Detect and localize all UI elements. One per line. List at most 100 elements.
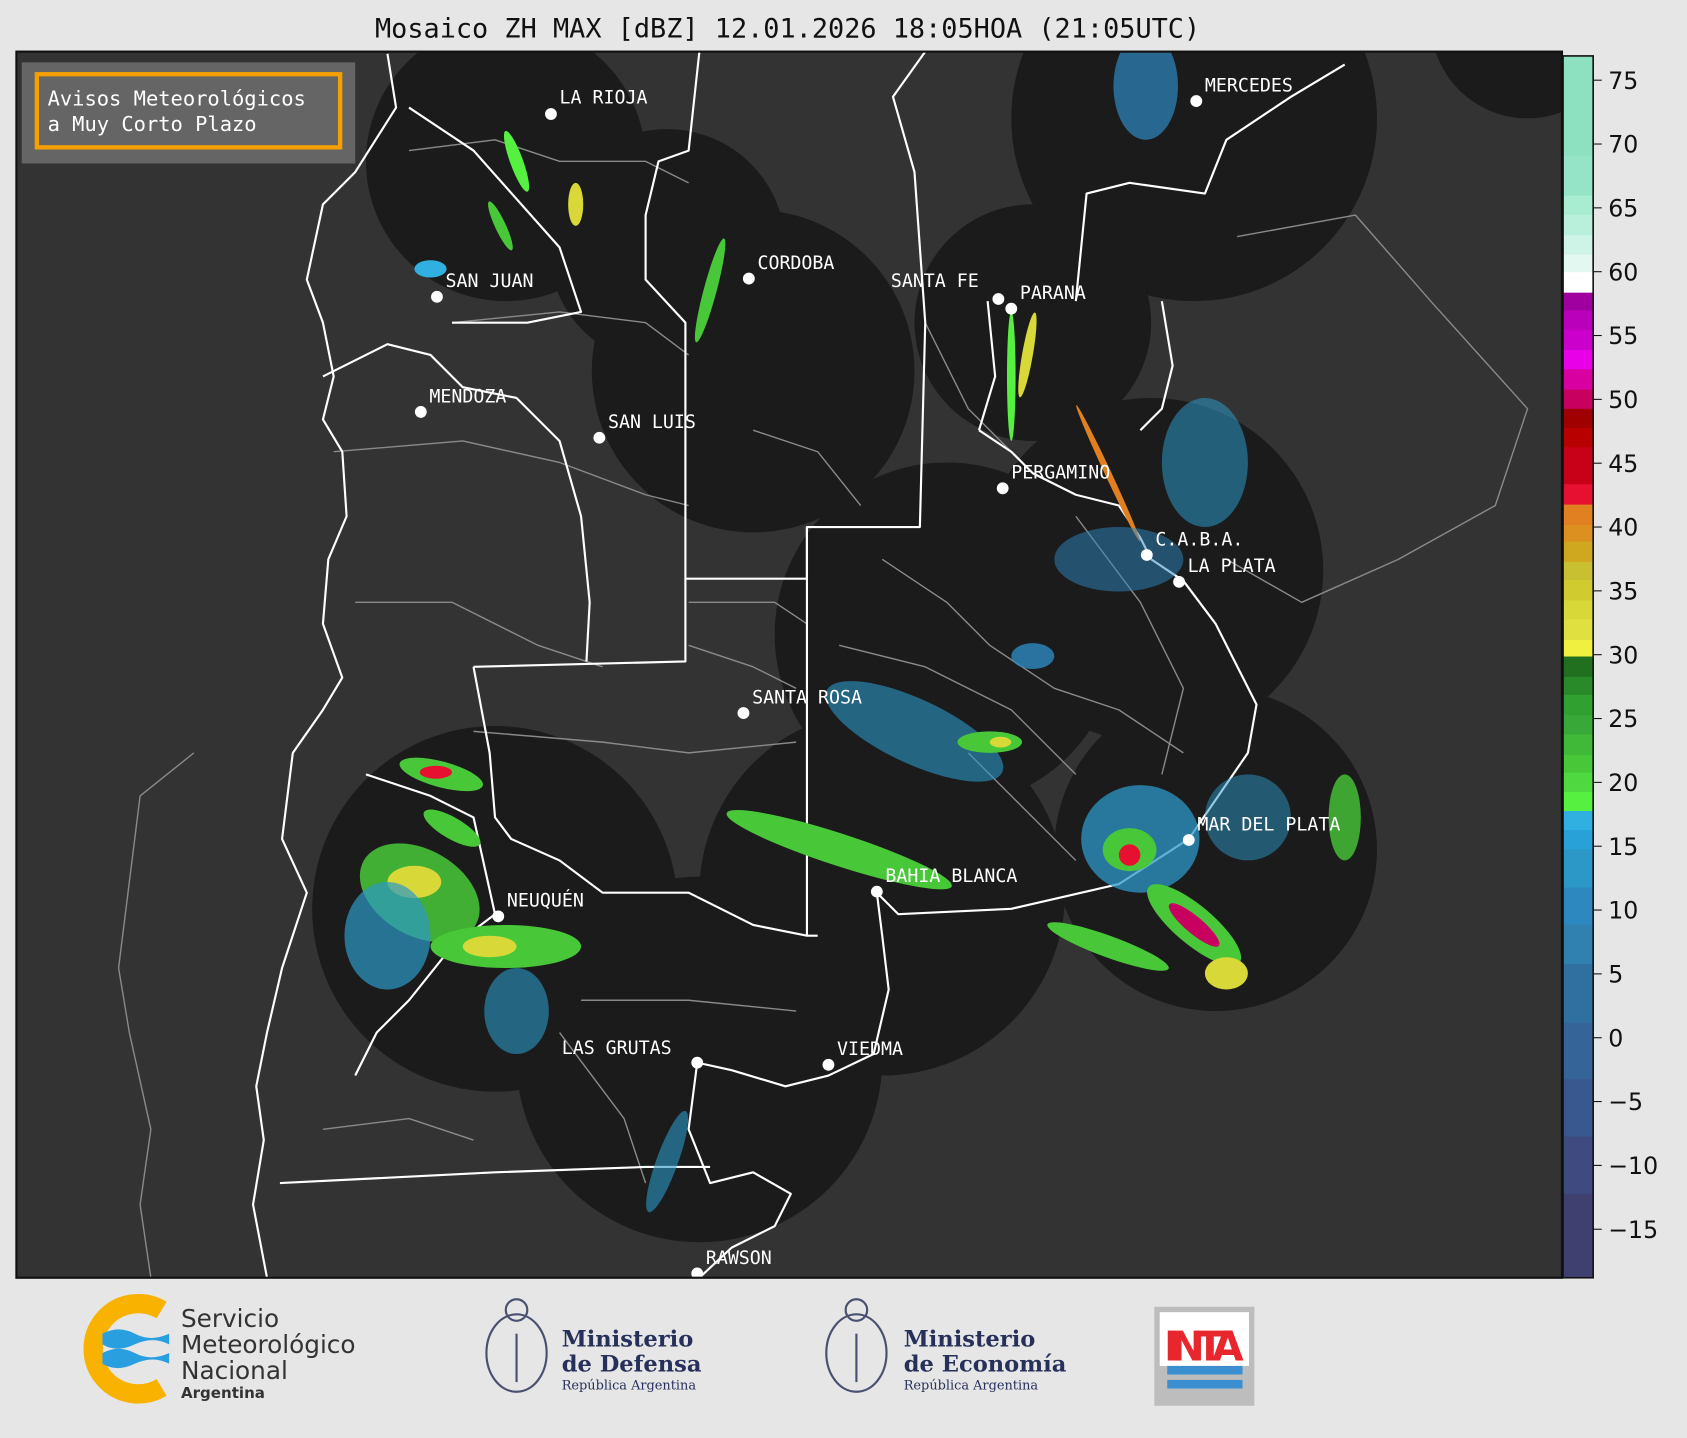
colorbar-level — [1563, 579, 1594, 601]
economia-line-3: República Argentina — [904, 1379, 1039, 1394]
city-label: SANTA FE — [891, 271, 979, 292]
colorbar-level — [1563, 733, 1594, 755]
colorbar-level — [1563, 408, 1594, 428]
city-label: SAN LUIS — [608, 412, 696, 433]
city-marker-dot — [1140, 549, 1153, 561]
colorbar-tick-label: −5 — [1608, 1088, 1643, 1116]
map-panel[interactable]: LA RIOJA SAN JUAN CORDOBA SANTA FE PARANA MEN… — [16, 0, 1624, 1279]
city-marker-dot — [822, 1058, 835, 1071]
colorbar-level — [1563, 754, 1594, 773]
city-marker-dot — [742, 272, 755, 285]
colorbar-level — [1563, 195, 1594, 215]
smn-logo: Servicio Meteorológico Nacional Argentin… — [83, 1293, 356, 1404]
city-label: RAWSON — [706, 1248, 772, 1269]
colorbar-tick-label: 55 — [1608, 322, 1638, 350]
city-marker-dot — [492, 910, 505, 923]
colorbar-level — [1563, 772, 1594, 792]
notice-line-1: Avisos Meteorológicos — [48, 86, 306, 110]
defensa-logo: Ministerio de Defensa República Argentin… — [485, 1298, 702, 1394]
colorbar-level — [1563, 309, 1594, 330]
colorbar-level — [1563, 329, 1594, 351]
colorbar-level — [1563, 541, 1594, 563]
colorbar-level — [1563, 639, 1594, 657]
colorbar-level — [1563, 214, 1594, 236]
colorbar-level — [1563, 791, 1594, 812]
colorbar-level — [1563, 389, 1594, 409]
colorbar-level — [1563, 655, 1594, 677]
city-marker-dot — [1190, 95, 1203, 108]
colorbar-tick-label: 30 — [1608, 641, 1638, 669]
colorbar-level — [1563, 714, 1594, 735]
colorbar-level — [1563, 253, 1594, 273]
city-marker-dot — [545, 108, 557, 120]
city-marker-dot — [737, 707, 750, 719]
colorbar-tick-label: 20 — [1608, 769, 1638, 797]
city-marker-dot — [414, 406, 427, 418]
city-label: BAHIA BLANCA — [885, 866, 1017, 887]
city-label: MERCEDES — [1205, 75, 1293, 96]
inta-label: INTA — [1164, 1323, 1244, 1371]
defensa-line-1: Ministerio — [562, 1327, 694, 1353]
colorbar-level — [1563, 1022, 1594, 1080]
city-marker-dot — [992, 293, 1005, 305]
colorbar-level — [1563, 504, 1594, 526]
colorbar-tick-label: 25 — [1608, 705, 1638, 733]
colorbar-level — [1563, 829, 1594, 850]
smn-line-3: Nacional — [181, 1356, 288, 1385]
colorbar-level — [1563, 292, 1594, 311]
city-marker-dot — [593, 431, 606, 444]
city-label: SANTA ROSA — [752, 687, 862, 708]
coat-of-arms-icon — [825, 1298, 888, 1393]
colorbar-level — [1563, 810, 1594, 831]
colorbar-level — [1563, 618, 1594, 640]
colorbar-tick-label: 65 — [1608, 194, 1638, 222]
city-marker-dot — [431, 290, 443, 303]
city-marker-dot — [996, 482, 1009, 495]
city-label: PERGAMINO — [1011, 463, 1110, 484]
colorbar-level — [1563, 924, 1594, 965]
footer-logos: Servicio Meteorológico Nacional Argentin… — [83, 1293, 1255, 1406]
colorbar-level — [1563, 483, 1594, 505]
city-marker-dot — [1182, 834, 1195, 846]
colorbar-level — [1563, 427, 1594, 448]
colorbar-level — [1563, 55, 1594, 157]
city-marker-dot — [1005, 302, 1018, 315]
colorbar-level — [1563, 446, 1594, 485]
city-label: MAR DEL PLATA — [1197, 814, 1340, 835]
colorbar-level — [1563, 887, 1594, 925]
economia-line-2: de Economía — [904, 1351, 1067, 1377]
colorbar-level — [1563, 963, 1594, 1023]
colorbar-level — [1563, 271, 1594, 293]
city-label: LAS GRUTAS — [562, 1038, 672, 1059]
notice-box[interactable]: Avisos Meteorológicos a Muy Corto Plazo — [21, 62, 356, 164]
smn-line-4: Argentina — [181, 1384, 265, 1402]
colorbar-level — [1563, 368, 1594, 390]
colorbar-tick-label: 10 — [1608, 897, 1638, 925]
colorbar-level — [1563, 1136, 1594, 1195]
colorbar-level — [1563, 524, 1594, 542]
colorbar-level — [1563, 599, 1594, 620]
colorbar-tick-label: 45 — [1608, 450, 1638, 478]
figure-title: Mosaico ZH MAX [dBZ] 12.01.2026 18:05HOA… — [375, 14, 1200, 45]
colorbar-tick-label: 70 — [1608, 131, 1638, 159]
defensa-line-3: República Argentina — [562, 1379, 697, 1394]
colorbar-tick-label: 0 — [1608, 1024, 1623, 1052]
colorbar-level — [1563, 561, 1594, 580]
colorbar-tick-label: 15 — [1608, 833, 1638, 861]
city-label: CORDOBA — [757, 253, 834, 274]
colorbar-tick-label: 35 — [1608, 577, 1638, 605]
colorbar-tick-label: 75 — [1608, 67, 1638, 95]
city-marker-dot — [691, 1056, 704, 1069]
city-label: LA PLATA — [1188, 556, 1276, 577]
colorbar-level — [1563, 1078, 1594, 1137]
colorbar-level — [1563, 676, 1594, 695]
radar-mosaic-figure: Mosaico ZH MAX [dBZ] 12.01.2026 18:05HOA… — [15, 0, 1658, 1406]
city-label: SAN JUAN — [446, 271, 534, 292]
colorbar-tick-label: −10 — [1608, 1152, 1658, 1180]
colorbar-tick-label: 50 — [1608, 386, 1638, 414]
colorbar-tick-label: −15 — [1608, 1216, 1658, 1244]
colorbar-level — [1563, 1193, 1594, 1279]
notice-line-2: a Muy Corto Plazo — [48, 112, 257, 136]
colorbar-tick-label: 60 — [1608, 258, 1638, 286]
economia-logo: Ministerio de Economía República Argenti… — [825, 1298, 1067, 1394]
